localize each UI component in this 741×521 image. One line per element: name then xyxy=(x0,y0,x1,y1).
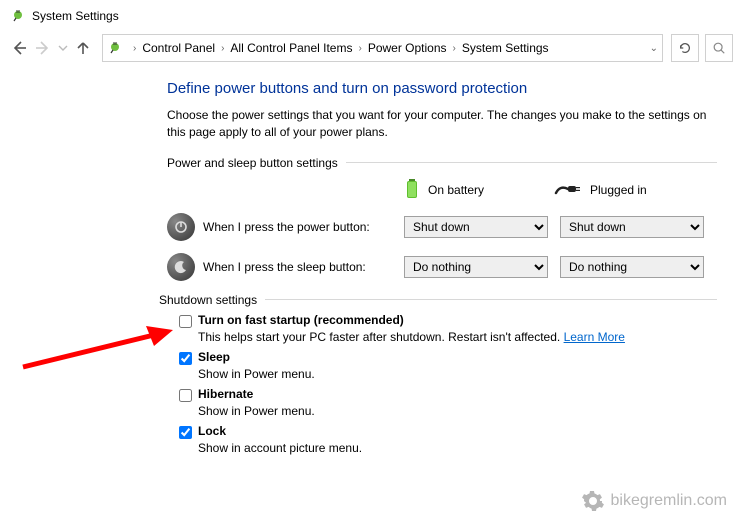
col-label: Plugged in xyxy=(590,183,647,197)
sleep-desc: Show in Power menu. xyxy=(198,367,717,381)
hibernate-checkbox[interactable] xyxy=(179,389,192,402)
group-label-text: Power and sleep button settings xyxy=(167,156,338,170)
fast-startup-desc: This helps start your PC faster after sh… xyxy=(198,330,717,344)
group-power-sleep: Power and sleep button settings xyxy=(167,156,717,170)
page-subhead: Choose the power settings that you want … xyxy=(167,107,717,142)
row-sleep-button: When I press the sleep button: Do nothin… xyxy=(167,253,717,281)
checkbox-hibernate: Hibernate xyxy=(179,387,717,402)
plug-icon xyxy=(554,181,582,200)
up-button[interactable] xyxy=(72,37,94,59)
recent-dropdown[interactable] xyxy=(56,37,70,59)
battery-icon xyxy=(404,178,420,203)
breadcrumb-item[interactable]: All Control Panel Items xyxy=(230,41,352,55)
divider xyxy=(265,299,717,300)
chevron-right-icon[interactable]: › xyxy=(447,43,462,54)
breadcrumb-item[interactable]: Power Options xyxy=(368,41,447,55)
checkbox-label: Turn on fast startup (recommended) xyxy=(198,313,404,327)
page-heading: Define power buttons and turn on passwor… xyxy=(167,80,717,97)
power-button-plugged-select[interactable]: Shut down xyxy=(560,216,704,238)
divider xyxy=(346,162,717,163)
col-on-battery: On battery xyxy=(404,178,554,203)
hibernate-desc: Show in Power menu. xyxy=(198,404,717,418)
window-title: System Settings xyxy=(32,9,119,23)
breadcrumb[interactable]: › Control Panel › All Control Panel Item… xyxy=(102,34,663,62)
lock-desc: Show in account picture menu. xyxy=(198,441,717,455)
search-button[interactable] xyxy=(705,34,733,62)
breadcrumb-item[interactable]: Control Panel xyxy=(142,41,215,55)
lock-checkbox[interactable] xyxy=(179,426,192,439)
watermark: bikegremlin.com xyxy=(581,489,727,513)
checkbox-fast-startup: Turn on fast startup (recommended) xyxy=(179,313,717,328)
chevron-down-icon[interactable]: ⌄ xyxy=(650,43,658,54)
row-label: When I press the power button: xyxy=(203,220,404,234)
refresh-button[interactable] xyxy=(671,34,699,62)
group-shutdown: Shutdown settings xyxy=(159,293,717,307)
forward-button[interactable] xyxy=(32,37,54,59)
back-button[interactable] xyxy=(8,37,30,59)
power-icon xyxy=(167,213,195,241)
group-label-text: Shutdown settings xyxy=(159,293,257,307)
checkbox-label: Sleep xyxy=(198,350,230,364)
checkbox-label: Hibernate xyxy=(198,387,253,401)
chevron-right-icon[interactable]: › xyxy=(352,43,367,54)
learn-more-link[interactable]: Learn More xyxy=(564,330,625,344)
row-label: When I press the sleep button: xyxy=(203,260,404,274)
col-plugged-in: Plugged in xyxy=(554,181,704,200)
breadcrumb-item[interactable]: System Settings xyxy=(462,41,549,55)
row-power-button: When I press the power button: Shut down… xyxy=(167,213,717,241)
chevron-right-icon[interactable]: › xyxy=(127,43,142,54)
checkbox-lock: Lock xyxy=(179,424,717,439)
sleep-icon xyxy=(167,253,195,281)
sleep-button-battery-select[interactable]: Do nothing xyxy=(404,256,548,278)
power-button-battery-select[interactable]: Shut down xyxy=(404,216,548,238)
content: Define power buttons and turn on passwor… xyxy=(0,72,741,469)
col-label: On battery xyxy=(428,183,484,197)
power-plug-icon xyxy=(107,40,123,56)
watermark-text: bikegremlin.com xyxy=(611,492,727,510)
fast-startup-checkbox[interactable] xyxy=(179,315,192,328)
checkbox-sleep: Sleep xyxy=(179,350,717,365)
sleep-button-plugged-select[interactable]: Do nothing xyxy=(560,256,704,278)
sleep-checkbox[interactable] xyxy=(179,352,192,365)
navbar: › Control Panel › All Control Panel Item… xyxy=(0,30,741,72)
gear-icon xyxy=(581,489,605,513)
checkbox-label: Lock xyxy=(198,424,226,438)
titlebar: System Settings xyxy=(0,0,741,30)
column-headers: On battery Plugged in xyxy=(167,178,717,203)
power-plug-icon xyxy=(10,8,26,24)
chevron-right-icon[interactable]: › xyxy=(215,43,230,54)
